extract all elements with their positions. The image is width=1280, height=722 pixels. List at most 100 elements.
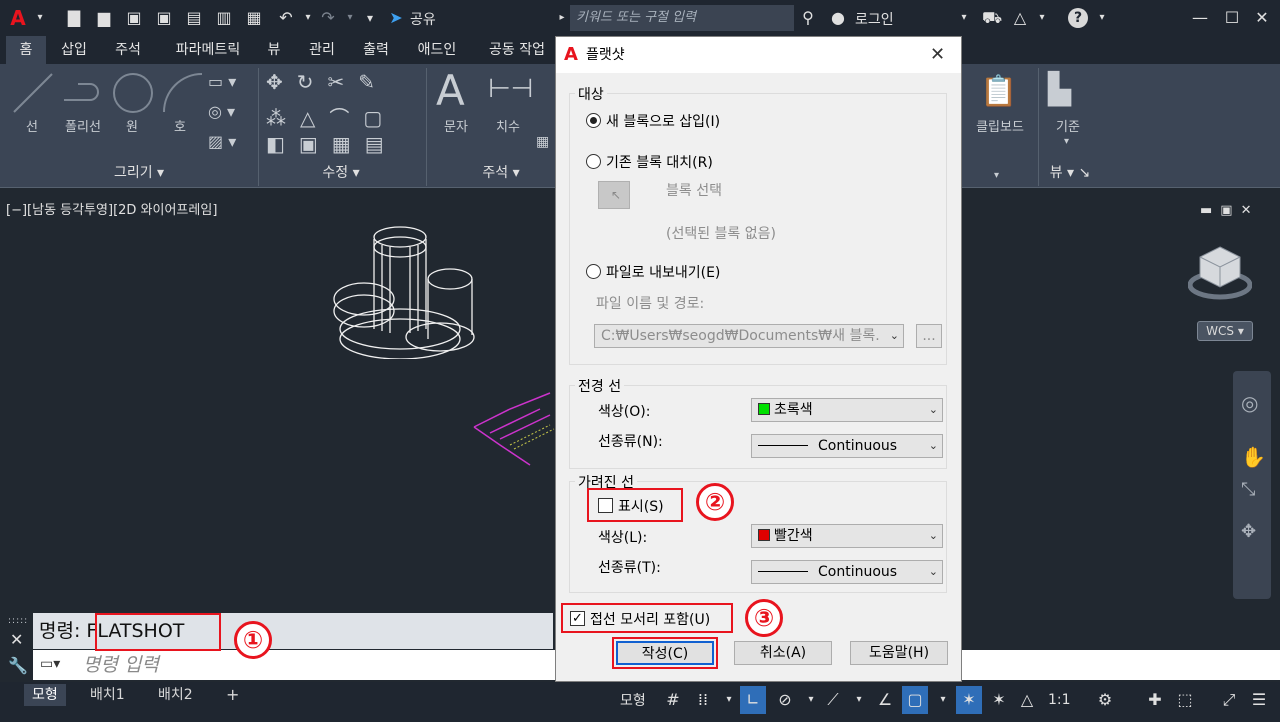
user-icon[interactable]: ● — [828, 8, 848, 28]
tab-view[interactable]: 뷰 — [262, 36, 286, 64]
obscured-color-combo[interactable]: 빨간색 ⌄ — [751, 524, 943, 548]
tab-manage[interactable]: 관리 — [302, 36, 342, 64]
isolate-objects-icon[interactable]: ⬚ — [1172, 686, 1198, 714]
modify-tools-row2-icon[interactable]: ⁂△⌒▢ — [266, 102, 396, 131]
hatch-icon[interactable]: ◎ ▾ — [208, 102, 235, 121]
annotation-scale-value[interactable]: 1:1 — [1048, 692, 1071, 708]
ortho-icon[interactable]: ∟ — [740, 686, 766, 714]
browse-button[interactable]: ... — [916, 324, 942, 348]
chevron-down-icon[interactable]: ▾ — [930, 686, 956, 714]
modify-tools-row1-icon[interactable]: ✥↻✂✎ — [266, 70, 389, 94]
circle-label[interactable]: 원 — [112, 116, 152, 135]
help-icon[interactable]: ? — [1068, 8, 1088, 28]
tab-collaborate[interactable]: 공동 작업 — [480, 36, 554, 64]
publish-icon[interactable]: ▤ — [184, 8, 204, 28]
file-path-combo[interactable]: C:₩Users₩seogd₩Documents₩새 블록. ⌄ — [594, 324, 904, 348]
save-icon[interactable]: ▣ — [124, 8, 144, 28]
chevron-down-icon[interactable]: ▾ — [1032, 8, 1052, 28]
steering-wheel-icon[interactable]: ◎ — [1241, 391, 1258, 415]
minimize-icon[interactable]: — — [1190, 8, 1210, 28]
flatshot-result-2d[interactable] — [470, 389, 560, 479]
text-label[interactable]: 문자 — [438, 116, 474, 135]
pan-hand-icon[interactable]: ✋ — [1241, 445, 1266, 469]
zoom-extents-icon[interactable]: ⤡ — [1241, 479, 1255, 500]
print-icon[interactable]: ▦ — [244, 8, 264, 28]
export-file-label[interactable]: 파일로 내보내기(E) — [606, 262, 720, 282]
draw-panel-title[interactable]: 그리기 ▾ — [84, 162, 194, 184]
tab-output[interactable]: 출력 — [354, 36, 398, 64]
fullscreen-icon[interactable]: ⤢ — [1216, 686, 1242, 714]
grid-icon[interactable]: # — [660, 686, 686, 714]
modify-panel-title[interactable]: 수정 ▾ — [296, 162, 386, 184]
circle-tool-icon[interactable] — [110, 70, 156, 116]
base-label[interactable]: 기준 — [1046, 116, 1090, 135]
help-button[interactable]: 도움말(H) — [850, 641, 948, 665]
insert-new-block-label[interactable]: 새 블록으로 삽입(I) — [606, 111, 720, 131]
chevron-down-icon[interactable]: ▾ — [716, 686, 742, 714]
wcs-dropdown[interactable]: WCS ▾ — [1197, 321, 1253, 341]
add-layout-icon[interactable]: + — [218, 684, 247, 706]
customize-menu-icon[interactable]: ☰ — [1246, 686, 1272, 714]
auto-scale-icon[interactable]: ✶ — [986, 686, 1012, 714]
command-prompt-icon[interactable]: ▭▾ — [40, 656, 60, 672]
chevron-down-icon[interactable]: ▾ — [30, 8, 50, 28]
workspace-gear-icon[interactable]: ⚙ — [1092, 686, 1118, 714]
obscured-linetype-combo[interactable]: Continuous ⌄ — [751, 560, 943, 584]
isodraft-icon[interactable]: ⟋ — [820, 686, 846, 714]
cart-icon[interactable]: ⛟ — [982, 8, 1002, 28]
insert-new-block-radio[interactable] — [586, 113, 601, 128]
customize-wrench-icon[interactable]: 🔧 — [8, 656, 28, 675]
search-input[interactable]: 키워드 또는 구절 입력 — [570, 5, 794, 31]
chevron-down-icon[interactable]: ▾ — [994, 170, 999, 181]
object-snap-icon[interactable]: ▢ — [902, 686, 928, 714]
arc-label[interactable]: 호 — [160, 116, 200, 135]
dimension-tool-icon[interactable]: ⊢⊣ — [488, 74, 533, 104]
autodesk-app-icon[interactable]: △ — [1010, 8, 1030, 28]
tab-insert[interactable]: 삽입 — [54, 36, 94, 64]
search-icon[interactable]: ⚲ — [798, 8, 818, 28]
polar-icon[interactable]: ⊘ — [772, 686, 798, 714]
layout-tab-model[interactable]: 모형 — [24, 684, 66, 706]
gradient-icon[interactable]: ▨ ▾ — [208, 132, 236, 151]
dimension-label[interactable]: 치수 — [490, 116, 526, 135]
new-file-icon[interactable]: ▇ — [64, 8, 84, 28]
customize-toolbar-icon[interactable]: ▾ — [360, 8, 380, 28]
viewcube-icon[interactable] — [1188, 241, 1252, 301]
layout-tab-1[interactable]: 배치1 — [82, 684, 133, 706]
select-block-button[interactable]: ↖ — [598, 181, 630, 209]
tab-home[interactable]: 홈 — [6, 36, 46, 64]
polyline-tool-icon[interactable] — [60, 70, 106, 116]
cancel-button[interactable]: 취소(A) — [734, 641, 832, 665]
close-icon[interactable]: ✕ — [1252, 8, 1272, 28]
table-tool-icon[interactable]: ▦ — [536, 134, 549, 150]
annotate-panel-title[interactable]: 주석 ▾ — [466, 162, 536, 184]
autocad-logo-icon[interactable]: A — [8, 8, 28, 28]
redo-icon[interactable]: ↷ — [318, 8, 338, 28]
replace-block-label[interactable]: 기존 블록 대치(R) — [606, 152, 713, 172]
undo-icon[interactable]: ↶ — [276, 8, 296, 28]
polyline-label[interactable]: 폴리선 — [56, 116, 110, 135]
share-icon[interactable]: ➤ — [386, 8, 406, 28]
maximize-icon[interactable]: ☐ — [1222, 8, 1242, 28]
fg-color-combo[interactable]: 초록색 ⌄ — [751, 398, 943, 422]
chevron-down-icon[interactable]: ▾ — [1064, 136, 1069, 147]
line-tool-icon[interactable] — [10, 70, 56, 116]
plus-icon[interactable]: ✚ — [1142, 686, 1168, 714]
chevron-down-icon[interactable]: ▾ — [340, 8, 360, 28]
tab-annotate[interactable]: 주석 — [106, 36, 150, 64]
annotation-visibility-icon[interactable]: ✶ — [956, 686, 982, 714]
3d-model-wireframe[interactable] — [320, 219, 490, 359]
chevron-down-icon[interactable]: ▾ — [954, 8, 974, 28]
rectangle-icon[interactable]: ▭ ▾ — [208, 72, 236, 91]
clipboard-label[interactable]: 클립보드 — [968, 116, 1032, 135]
orbit-icon[interactable]: ✥ — [1241, 521, 1256, 542]
layout-tab-2[interactable]: 배치2 — [150, 684, 201, 706]
dialog-title-bar[interactable]: A 플랫샷 ✕ — [556, 37, 961, 73]
viewport-label[interactable]: [−][남동 등각투영][2D 와이어프레임] — [6, 199, 217, 218]
command-close-icon[interactable]: ✕ — [10, 630, 23, 649]
fg-linetype-combo[interactable]: Continuous ⌄ — [751, 434, 943, 458]
tab-parametric[interactable]: 파라메트릭 — [160, 36, 256, 64]
command-grip-icon[interactable]: ::::: — [8, 616, 28, 626]
paste-icon[interactable]: 📋 — [980, 74, 1017, 109]
replace-block-radio[interactable] — [586, 154, 601, 169]
